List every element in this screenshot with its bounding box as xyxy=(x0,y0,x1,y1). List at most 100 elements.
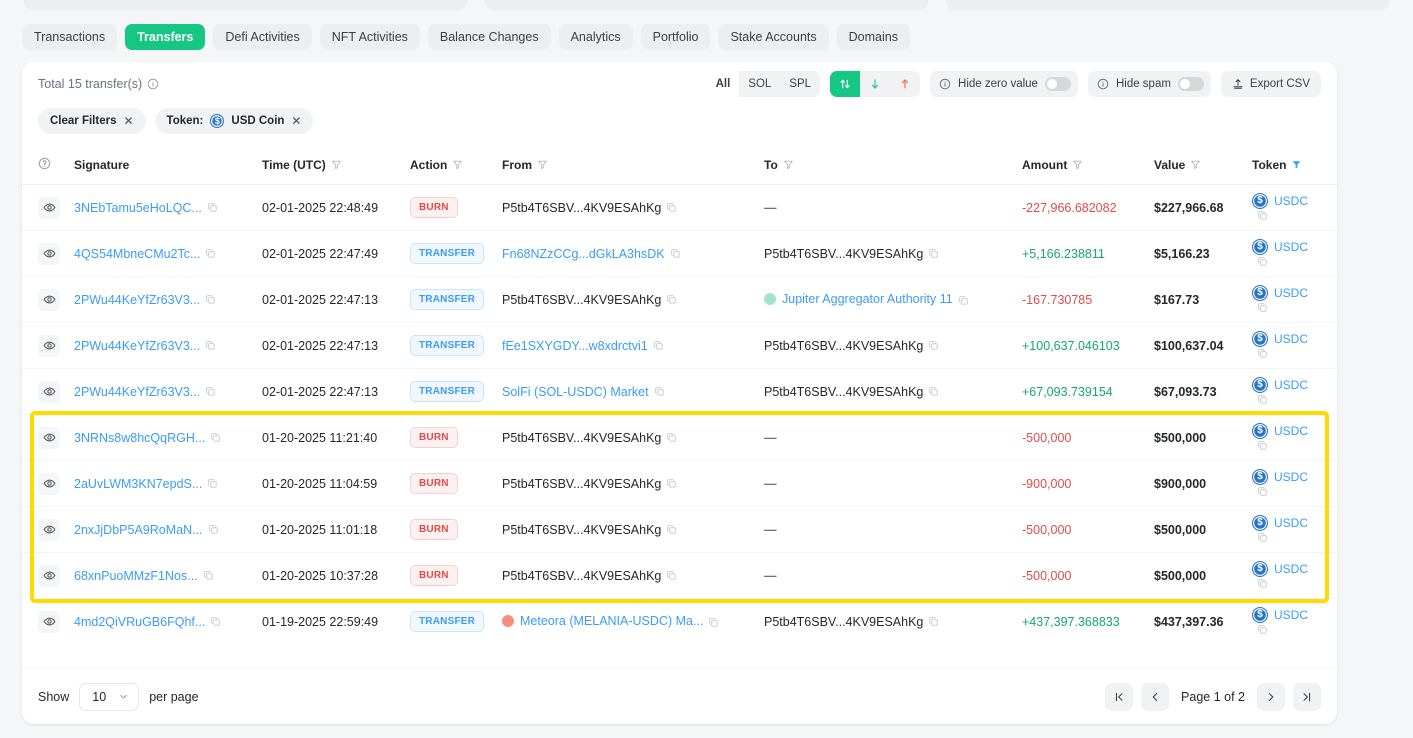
close-icon[interactable]: ✕ xyxy=(291,114,301,128)
column-header-action[interactable]: Action xyxy=(410,146,502,185)
token-cell[interactable]: $USDC xyxy=(1252,507,1337,553)
copy-icon[interactable] xyxy=(958,295,969,306)
copy-icon[interactable] xyxy=(205,340,216,351)
copy-icon[interactable] xyxy=(203,570,214,581)
token-cell[interactable]: $USDC xyxy=(1252,415,1337,461)
copy-icon[interactable] xyxy=(205,248,216,259)
signature-link[interactable]: 3NEbTamu5eHoLQC... xyxy=(74,201,202,215)
signature-cell[interactable]: 3NRNs8w8hcQqRGH... xyxy=(74,415,262,461)
signature-cell[interactable]: 4QS54MbneCMu2Tc... xyxy=(74,231,262,277)
token-name[interactable]: USDC xyxy=(1274,332,1308,346)
token-cell[interactable]: $USDC xyxy=(1252,277,1337,323)
token-name[interactable]: USDC xyxy=(1274,562,1308,576)
copy-icon[interactable] xyxy=(928,386,939,397)
token-cell[interactable]: $USDC xyxy=(1252,461,1337,507)
signature-link[interactable]: 4QS54MbneCMu2Tc... xyxy=(74,247,200,261)
column-header-amount[interactable]: Amount xyxy=(1022,146,1154,185)
copy-icon[interactable] xyxy=(205,386,216,397)
eye-icon[interactable] xyxy=(38,381,60,403)
signature-link[interactable]: 4md2QiVRuGB6FQhf... xyxy=(74,615,205,629)
token-cell[interactable]: $USDC xyxy=(1252,599,1337,645)
signature-link[interactable]: 2PWu44KeYfZr63V3... xyxy=(74,293,200,307)
token-name[interactable]: USDC xyxy=(1274,608,1308,622)
signature-cell[interactable]: 2PWu44KeYfZr63V3... xyxy=(74,277,262,323)
filter-icon[interactable] xyxy=(537,159,548,170)
copy-icon[interactable] xyxy=(207,202,218,213)
copy-icon[interactable] xyxy=(666,570,677,581)
copy-icon[interactable] xyxy=(666,432,677,443)
filter-icon[interactable] xyxy=(783,159,794,170)
page-size-select[interactable]: 10 xyxy=(79,683,139,711)
from-text[interactable]: Meteora (MELANIA-USDC) Ma... xyxy=(520,614,703,628)
token-cell[interactable]: $USDC xyxy=(1252,553,1337,599)
hide-spam-toggle[interactable]: Hide spam xyxy=(1088,71,1211,97)
column-header-time[interactable]: Time (UTC) xyxy=(262,146,410,185)
copy-icon[interactable] xyxy=(1257,302,1268,313)
copy-icon[interactable] xyxy=(708,617,719,628)
signature-link[interactable]: 2aUvLWM3KN7epdS... xyxy=(74,477,202,491)
from-text[interactable]: fEe1SXYGDY...w8xdrctvi1 xyxy=(502,339,648,353)
copy-icon[interactable] xyxy=(928,616,939,627)
sort-both-icon[interactable] xyxy=(830,71,860,97)
help-circle-icon[interactable] xyxy=(38,157,51,170)
copy-icon[interactable] xyxy=(207,478,218,489)
signature-link[interactable]: 68xnPuoMMzF1Nos... xyxy=(74,569,198,583)
eye-icon[interactable] xyxy=(38,335,60,357)
signature-cell[interactable]: 2nxJjDbP5A9RoMaN... xyxy=(74,507,262,553)
hide-zero-value-toggle[interactable]: Hide zero value xyxy=(930,71,1078,97)
filter-chip-token[interactable]: Token:$USD Coin✕ xyxy=(155,108,314,134)
segment-sol[interactable]: SOL xyxy=(739,71,780,97)
signature-cell[interactable]: 2PWu44KeYfZr63V3... xyxy=(74,369,262,415)
tab-analytics[interactable]: Analytics xyxy=(559,24,633,50)
copy-icon[interactable] xyxy=(1257,532,1268,543)
filter-chip-clear[interactable]: Clear Filters✕ xyxy=(38,108,146,134)
segment-spl[interactable]: SPL xyxy=(780,71,820,97)
tab-domains[interactable]: Domains xyxy=(837,24,910,50)
copy-icon[interactable] xyxy=(1257,440,1268,451)
copy-icon[interactable] xyxy=(1257,394,1268,405)
token-cell[interactable]: $USDC xyxy=(1252,231,1337,277)
from-cell[interactable]: SolFi (SOL-USDC) Market xyxy=(502,369,764,415)
hide-spam-switch[interactable] xyxy=(1178,77,1204,91)
filter-icon[interactable] xyxy=(1291,159,1302,170)
copy-icon[interactable] xyxy=(670,248,681,259)
tab-stake-accounts[interactable]: Stake Accounts xyxy=(718,24,828,50)
token-name[interactable]: USDC xyxy=(1274,194,1308,208)
copy-icon[interactable] xyxy=(208,524,219,535)
sort-down-icon[interactable] xyxy=(860,71,890,97)
token-cell[interactable]: $USDC xyxy=(1252,185,1337,231)
copy-icon[interactable] xyxy=(666,202,677,213)
signature-link[interactable]: 2PWu44KeYfZr63V3... xyxy=(74,385,200,399)
copy-icon[interactable] xyxy=(210,616,221,627)
eye-icon[interactable] xyxy=(38,565,60,587)
token-name[interactable]: USDC xyxy=(1274,424,1308,438)
token-name[interactable]: USDC xyxy=(1274,378,1308,392)
copy-icon[interactable] xyxy=(1257,210,1268,221)
sort-up-icon[interactable] xyxy=(890,71,920,97)
tab-portfolio[interactable]: Portfolio xyxy=(641,24,711,50)
segment-all[interactable]: All xyxy=(707,71,740,97)
info-icon[interactable] xyxy=(147,78,159,90)
token-name[interactable]: USDC xyxy=(1274,470,1308,484)
tab-transactions[interactable]: Transactions xyxy=(22,24,117,50)
copy-icon[interactable] xyxy=(928,340,939,351)
tab-balance-changes[interactable]: Balance Changes xyxy=(428,24,551,50)
signature-link[interactable]: 2nxJjDbP5A9RoMaN... xyxy=(74,523,203,537)
copy-icon[interactable] xyxy=(928,248,939,259)
copy-icon[interactable] xyxy=(1257,624,1268,635)
from-cell[interactable]: Meteora (MELANIA-USDC) Ma... xyxy=(502,599,764,645)
last-page-button[interactable] xyxy=(1293,683,1321,711)
to-text[interactable]: Jupiter Aggregator Authority 11 xyxy=(782,292,953,306)
copy-icon[interactable] xyxy=(1257,256,1268,267)
signature-cell[interactable]: 2aUvLWM3KN7epdS... xyxy=(74,461,262,507)
first-page-button[interactable] xyxy=(1105,683,1133,711)
hide-zero-value-switch[interactable] xyxy=(1045,77,1071,91)
filter-icon[interactable] xyxy=(1072,159,1083,170)
copy-icon[interactable] xyxy=(666,294,677,305)
close-icon[interactable]: ✕ xyxy=(123,114,133,128)
eye-icon[interactable] xyxy=(38,243,60,265)
copy-icon[interactable] xyxy=(1257,578,1268,589)
copy-icon[interactable] xyxy=(205,294,216,305)
signature-link[interactable]: 2PWu44KeYfZr63V3... xyxy=(74,339,200,353)
column-header-token[interactable]: Token xyxy=(1252,146,1337,185)
